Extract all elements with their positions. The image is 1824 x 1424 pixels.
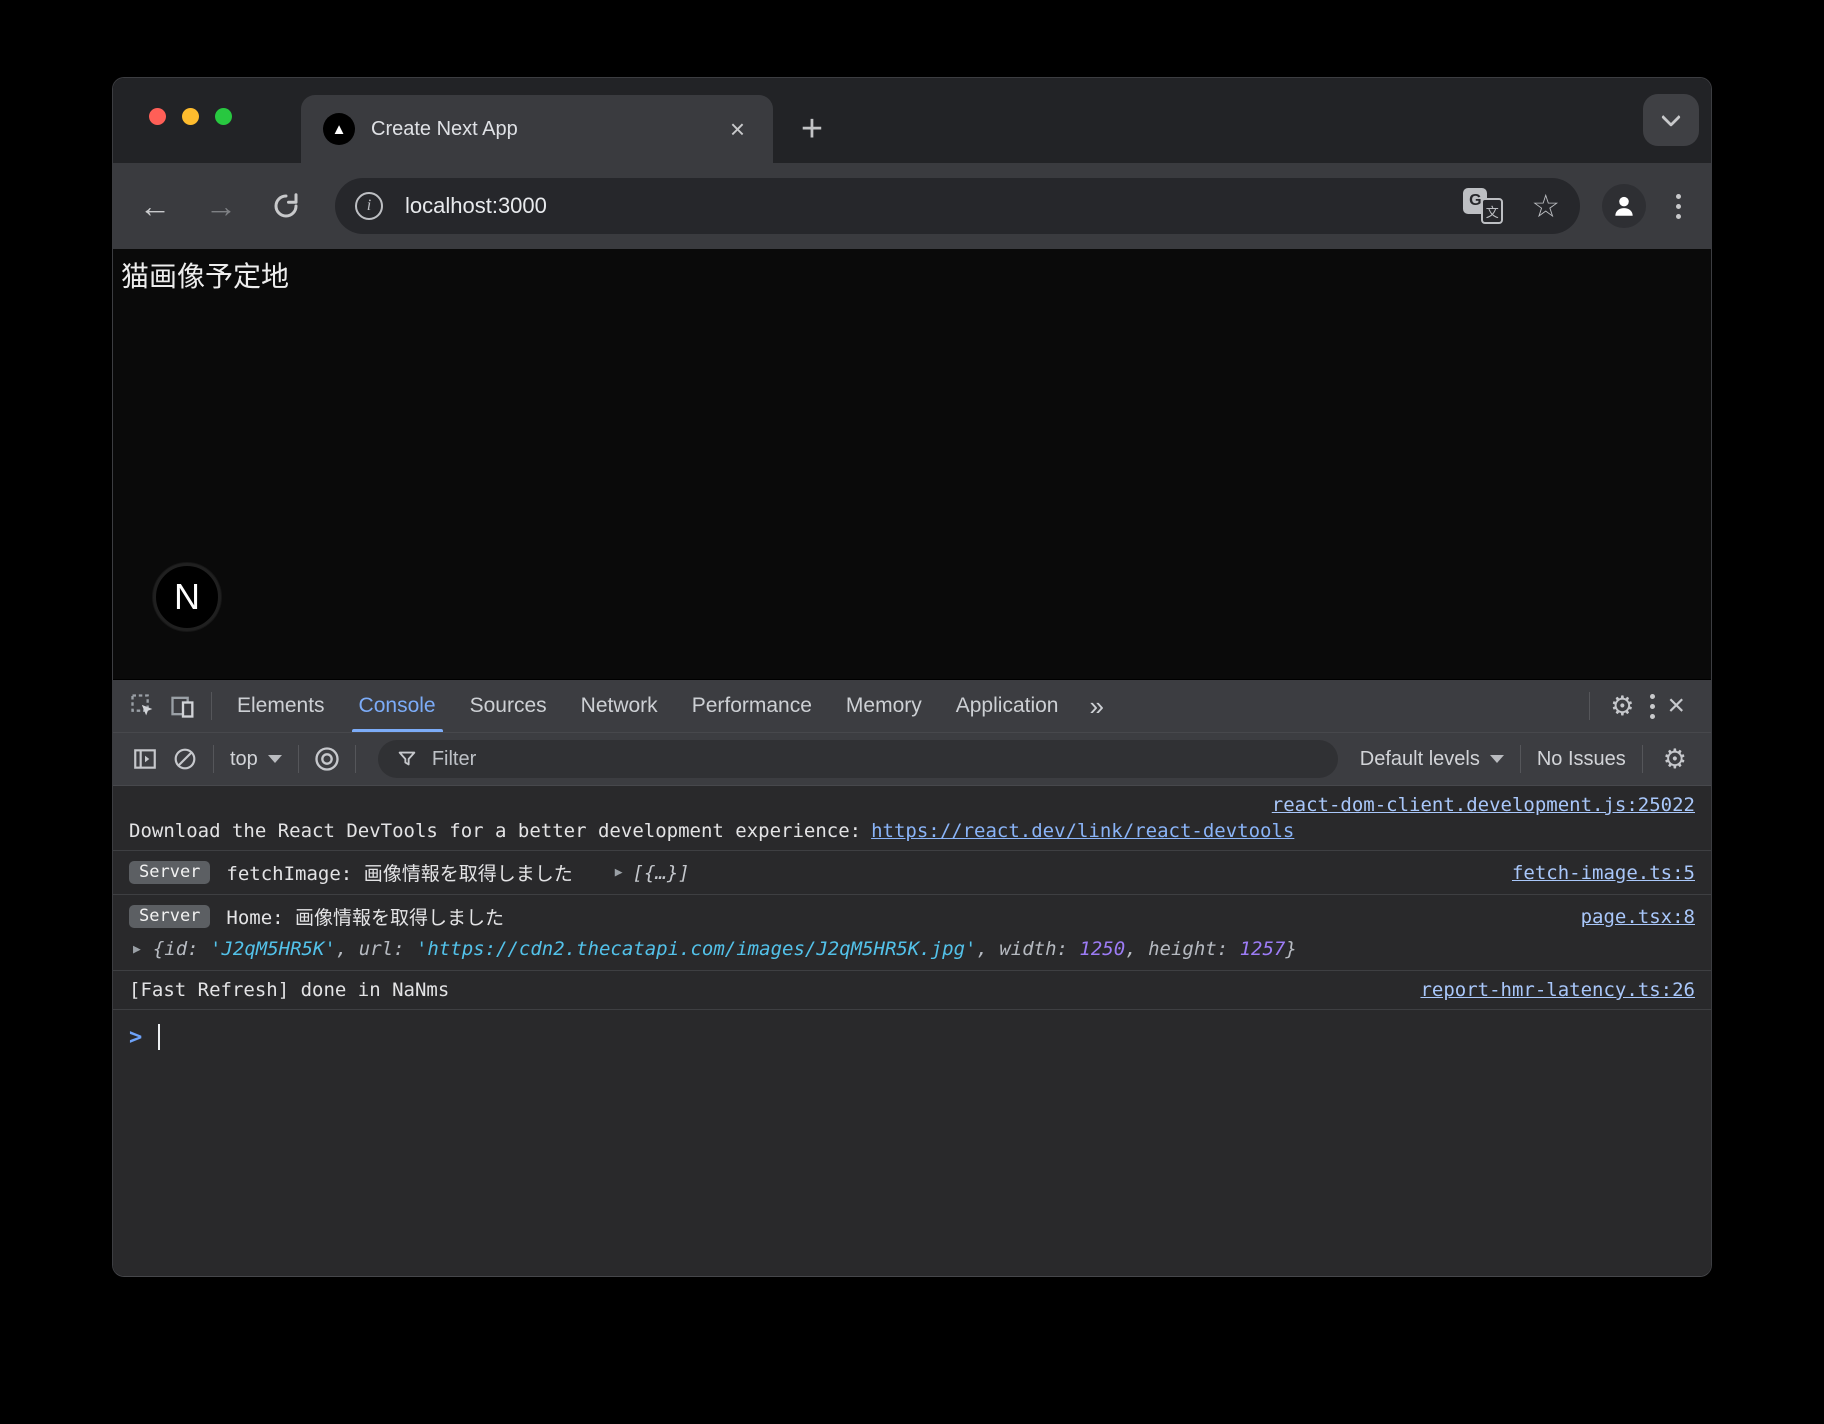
page-heading: 猫画像予定地 (121, 255, 289, 295)
divider (1520, 745, 1521, 773)
inspect-element-icon[interactable] (123, 686, 163, 726)
forward-button[interactable]: → (205, 190, 237, 222)
object-string-value: 'J2qM5HR5K' (199, 938, 336, 960)
tab-search-button[interactable] (1643, 94, 1699, 146)
site-info-icon[interactable]: i (355, 192, 383, 220)
console-settings-gear-icon[interactable]: ⚙ (1651, 746, 1699, 773)
chevron-down-icon (1490, 755, 1504, 763)
devtools-settings-gear-icon[interactable]: ⚙ (1598, 693, 1646, 720)
tab-performance[interactable]: Performance (675, 680, 829, 732)
log-message: Home: 画像情報を取得しました (226, 903, 504, 930)
tab-title: Create Next App (371, 118, 724, 141)
tab-application[interactable]: Application (939, 680, 1076, 732)
object-key: , height: (1125, 938, 1228, 960)
profile-avatar[interactable] (1602, 184, 1646, 228)
console-filter-input[interactable]: Filter (378, 740, 1338, 778)
object-number-value: 1250 (1068, 938, 1125, 960)
close-window-button[interactable] (149, 108, 166, 125)
live-expression-eye-icon[interactable] (307, 739, 347, 779)
log-levels-label: Default levels (1360, 748, 1480, 771)
object-brace: } (1285, 938, 1296, 960)
text-cursor (158, 1024, 160, 1050)
console-sidebar-toggle-icon[interactable] (125, 739, 165, 779)
object-key: , url: (336, 938, 405, 960)
context-selector-label: top (230, 748, 258, 771)
divider (298, 745, 299, 773)
log-message: Download the React DevTools for a better… (129, 820, 861, 842)
traffic-lights (149, 108, 232, 125)
url-text[interactable]: localhost:3000 (405, 193, 1463, 219)
object-string-value: 'https://cdn2.thecatapi.com/images/J2qM5… (405, 938, 977, 960)
devtools-tab-bar: Elements Console Sources Network Perform… (113, 680, 1711, 733)
bookmark-star-icon[interactable]: ☆ (1531, 187, 1560, 225)
server-badge: Server (129, 905, 210, 928)
console-prompt[interactable]: > (113, 1010, 1711, 1064)
nextjs-n-icon: N (174, 576, 200, 618)
expand-triangle-icon[interactable]: ▶ (133, 942, 141, 957)
nextjs-dev-indicator[interactable]: N (153, 563, 221, 631)
log-levels-dropdown[interactable]: Default levels (1352, 748, 1512, 771)
tab-sources[interactable]: Sources (453, 680, 564, 732)
device-toolbar-icon[interactable] (163, 686, 203, 726)
source-link[interactable]: page.tsx:8 (1561, 906, 1695, 928)
browser-window: ▲ Create Next App × + ← → i localhost:30… (112, 77, 1712, 1277)
devtools-menu-button[interactable] (1646, 690, 1659, 723)
funnel-icon (396, 748, 418, 770)
new-tab-button[interactable]: + (785, 102, 839, 156)
browser-tab[interactable]: ▲ Create Next App × (301, 95, 773, 163)
nextjs-favicon-icon: ▲ (323, 113, 355, 145)
log-message: [Fast Refresh] done in NaNms (129, 979, 449, 1001)
chevron-down-icon (1661, 107, 1681, 127)
console-entry-fetchimage: Server fetchImage: 画像情報を取得しました ▶ [{…}] f… (113, 851, 1711, 895)
react-devtools-link[interactable]: https://react.dev/link/react-devtools (871, 820, 1294, 842)
context-selector[interactable]: top (222, 748, 290, 771)
divider (1589, 692, 1590, 720)
minimize-window-button[interactable] (182, 108, 199, 125)
navigation-toolbar: ← → i localhost:3000 G 文 ☆ (113, 163, 1711, 249)
log-message: fetchImage: 画像情報を取得しました (226, 859, 572, 886)
console-entry-react-devtools: react-dom-client.development.js:25022 Do… (113, 786, 1711, 851)
more-tabs-button[interactable]: » (1075, 691, 1117, 722)
devtools-close-icon[interactable]: × (1659, 689, 1701, 723)
divider (213, 745, 214, 773)
translate-icon[interactable]: G 文 (1463, 188, 1503, 224)
source-link[interactable]: fetch-image.ts:5 (1492, 862, 1695, 884)
tab-network[interactable]: Network (564, 680, 675, 732)
expand-triangle-icon[interactable]: ▶ (615, 865, 623, 880)
object-preview-collapsed[interactable]: [{…}] (633, 862, 690, 884)
page-viewport: 猫画像予定地 N (113, 249, 1711, 679)
console-entry-fast-refresh: [Fast Refresh] done in NaNms report-hmr-… (113, 971, 1711, 1010)
clear-console-icon[interactable] (165, 739, 205, 779)
issues-counter[interactable]: No Issues (1529, 748, 1634, 771)
source-link[interactable]: react-dom-client.development.js:25022 (1252, 794, 1695, 816)
divider (1642, 745, 1643, 773)
tab-console[interactable]: Console (342, 680, 453, 732)
reload-button[interactable] (271, 191, 301, 221)
divider (355, 745, 356, 773)
devtools-panel: Elements Console Sources Network Perform… (113, 679, 1711, 1276)
source-link[interactable]: report-hmr-latency.ts:26 (1400, 979, 1695, 1001)
object-key: , width: (976, 938, 1068, 960)
tab-memory[interactable]: Memory (829, 680, 939, 732)
console-toolbar: top Filter Default levels No Issues ⚙ (113, 733, 1711, 786)
divider (211, 692, 212, 720)
back-button[interactable]: ← (139, 190, 171, 222)
prompt-chevron-icon: > (129, 1025, 142, 1050)
browser-menu-button[interactable] (1672, 190, 1685, 223)
address-bar[interactable]: i localhost:3000 G 文 ☆ (335, 178, 1580, 234)
tab-close-icon[interactable]: × (724, 114, 751, 144)
object-key: {id: (153, 938, 199, 960)
server-badge: Server (129, 861, 210, 884)
filter-placeholder: Filter (432, 748, 476, 771)
translate-char-glyph: 文 (1481, 198, 1503, 224)
zoom-window-button[interactable] (215, 108, 232, 125)
chevron-down-icon (268, 755, 282, 763)
console-entry-home: Server Home: 画像情報を取得しました page.tsx:8 ▶ {i… (113, 895, 1711, 971)
object-preview-expanded[interactable]: {id: 'J2qM5HR5K', url: 'https://cdn2.the… (153, 938, 1297, 960)
object-number-value: 1257 (1228, 938, 1285, 960)
title-bar: ▲ Create Next App × + (113, 78, 1711, 163)
console-log-area: react-dom-client.development.js:25022 Do… (113, 786, 1711, 1276)
tab-elements[interactable]: Elements (220, 680, 342, 732)
